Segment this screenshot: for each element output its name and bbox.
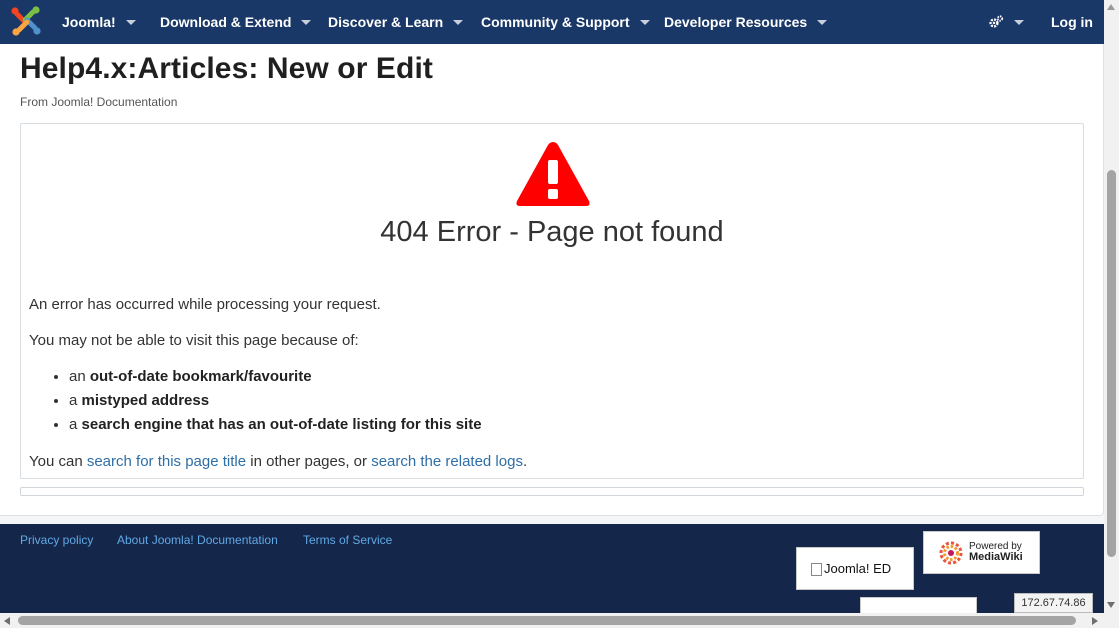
login-link[interactable]: Log in bbox=[1051, 0, 1093, 44]
scroll-right-arrow-icon[interactable] bbox=[1092, 617, 1098, 625]
list-item: a search engine that has an out-of-date … bbox=[69, 416, 482, 440]
error-box: 404 Error - Page not found An error has … bbox=[20, 123, 1084, 479]
settings-menu[interactable] bbox=[988, 0, 1024, 44]
footer: Privacy policy About Joomla! Documentati… bbox=[0, 524, 1104, 618]
broken-image-icon bbox=[811, 563, 822, 576]
search-related-logs-link[interactable]: search the related logs bbox=[371, 453, 523, 470]
vertical-scrollbar-thumb[interactable] bbox=[1107, 170, 1116, 557]
ip-address-label: 172.67.74.86 bbox=[1014, 593, 1093, 613]
privacy-policy-link[interactable]: Privacy policy bbox=[20, 533, 93, 547]
list-item: a mistyped address bbox=[69, 392, 482, 416]
scroll-down-arrow-icon[interactable] bbox=[1107, 602, 1115, 608]
about-docs-link[interactable]: About Joomla! Documentation bbox=[117, 533, 278, 547]
chevron-down-icon bbox=[817, 20, 828, 25]
mediawiki-flower-icon bbox=[939, 541, 963, 564]
gears-icon bbox=[989, 15, 1004, 28]
horizontal-scrollbar-thumb[interactable] bbox=[18, 616, 1076, 625]
nav-download-extend[interactable]: Download & Extend bbox=[160, 0, 312, 44]
category-bar bbox=[20, 487, 1084, 496]
joomla-badge[interactable]: Joomla! ED bbox=[796, 547, 914, 590]
nav-community-support[interactable]: Community & Support bbox=[481, 0, 650, 44]
nav-joomla[interactable]: Joomla! bbox=[62, 0, 136, 44]
page-source-note: From Joomla! Documentation bbox=[20, 95, 178, 109]
error-heading: 404 Error - Page not found bbox=[380, 216, 724, 248]
chevron-down-icon bbox=[453, 20, 464, 25]
chevron-down-icon bbox=[639, 20, 650, 25]
nav-discover-learn[interactable]: Discover & Learn bbox=[328, 0, 464, 44]
page-title: Help4.x:Articles: New or Edit bbox=[20, 52, 433, 85]
chevron-down-icon bbox=[125, 20, 136, 25]
chevron-down-icon bbox=[301, 20, 312, 25]
joomla-logo-icon[interactable] bbox=[9, 4, 43, 38]
top-navbar: Joomla! Download & Extend Discover & Lea… bbox=[0, 0, 1104, 44]
error-message: An error has occurred while processing y… bbox=[29, 296, 381, 313]
list-item: an out-of-date bookmark/favourite bbox=[69, 368, 482, 392]
search-page-title-link[interactable]: search for this page title bbox=[87, 453, 246, 470]
main-content: Help4.x:Articles: New or Edit From Jooml… bbox=[0, 44, 1104, 516]
nav-developer-resources[interactable]: Developer Resources bbox=[664, 0, 828, 44]
error-reasons-list: an out-of-date bookmark/favourite a mist… bbox=[69, 368, 482, 440]
chevron-down-icon bbox=[1014, 20, 1024, 25]
scroll-left-arrow-icon[interactable] bbox=[4, 617, 10, 625]
powered-by-mediawiki-badge[interactable]: Powered by MediaWiki bbox=[923, 531, 1040, 574]
error-reasons-intro: You may not be able to visit this page b… bbox=[29, 332, 359, 349]
scroll-up-arrow-icon[interactable] bbox=[1107, 4, 1115, 10]
warning-triangle-icon bbox=[516, 142, 590, 206]
error-suggestion: You can search for this page title in ot… bbox=[29, 453, 528, 470]
terms-of-service-link[interactable]: Terms of Service bbox=[303, 533, 392, 547]
